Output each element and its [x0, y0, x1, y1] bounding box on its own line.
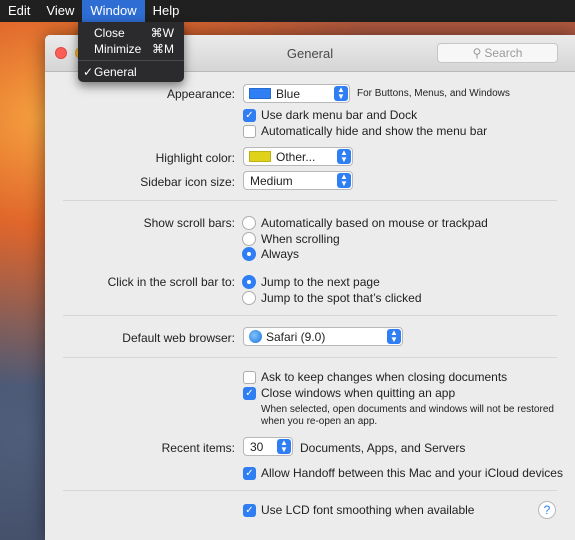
popup-chevron-icon: ▲ ▼: [277, 439, 291, 454]
sidebar-icon-label: Sidebar icon size:: [140, 175, 235, 189]
click-scroll-label: Click in the scroll bar to:: [107, 275, 235, 289]
handoff-checkbox[interactable]: ✓: [243, 467, 256, 480]
popup-chevron-icon: ▲ ▼: [334, 86, 348, 101]
help-button[interactable]: ?: [538, 501, 556, 519]
divider: [63, 490, 557, 491]
highlight-popup[interactable]: Other... ▲ ▼: [243, 147, 353, 166]
scroll-always-label: Always: [261, 247, 300, 261]
menu-item-close[interactable]: Close ⌘W: [78, 25, 184, 42]
highlight-value: Other...: [276, 150, 316, 164]
dark-menu-label: Use dark menu bar and Dock: [261, 108, 418, 122]
close-windows-note-1: When selected, open documents and window…: [261, 404, 554, 415]
scroll-always-radio[interactable]: [242, 247, 256, 261]
menu-separator: [78, 60, 184, 61]
jump-spot-label: Jump to the spot that’s clicked: [261, 291, 422, 305]
sidebar-icon-popup[interactable]: Medium ▲ ▼: [243, 171, 353, 190]
menu-edit[interactable]: Edit: [0, 0, 38, 22]
scroll-auto-label: Automatically based on mouse or trackpad: [261, 216, 488, 230]
menu-view[interactable]: View: [38, 0, 82, 22]
menu-item-close-label: Close: [94, 26, 125, 40]
autohide-menu-checkbox[interactable]: [243, 125, 256, 138]
menu-item-minimize-shortcut: ⌘M: [152, 42, 174, 56]
ask-keep-changes-label: Ask to keep changes when closing documen…: [261, 370, 508, 384]
appearance-note: For Buttons, Menus, and Windows: [357, 88, 510, 99]
recent-items-label: Recent items:: [161, 441, 235, 455]
menu-item-minimize[interactable]: Minimize ⌘M: [78, 41, 184, 58]
scroll-when-scrolling-radio[interactable]: [242, 232, 256, 246]
close-windows-checkbox[interactable]: ✓: [243, 387, 256, 400]
jump-spot-radio[interactable]: [242, 291, 256, 305]
menu-item-close-shortcut: ⌘W: [150, 26, 174, 40]
system-preferences-window: General ⚲ Search Appearance: Blue ▲ ▼ For …: [45, 35, 575, 540]
search-field[interactable]: ⚲ Search: [437, 43, 558, 63]
divider: [63, 200, 557, 201]
recent-items-suffix: Documents, Apps, and Servers: [300, 441, 466, 455]
close-windows-note-2: when you re-open an app.: [261, 416, 378, 427]
divider: [63, 315, 557, 316]
highlight-swatch: [249, 151, 271, 162]
window-menu-dropdown: Close ⌘W Minimize ⌘M ✓ General: [78, 22, 184, 82]
popup-chevron-icon: ▲ ▼: [337, 149, 351, 164]
search-placeholder: Search: [484, 46, 523, 60]
autohide-menu-label: Automatically hide and show the menu bar: [261, 124, 488, 138]
browser-popup[interactable]: Safari (9.0) ▲ ▼: [243, 327, 403, 346]
highlight-label: Highlight color:: [155, 151, 235, 165]
dark-menu-checkbox[interactable]: ✓: [243, 109, 256, 122]
lcd-smoothing-label: Use LCD font smoothing when available: [261, 503, 475, 517]
browser-value: Safari (9.0): [266, 330, 326, 344]
divider: [63, 357, 557, 358]
browser-label: Default web browser:: [122, 331, 235, 345]
ask-keep-changes-checkbox[interactable]: [243, 371, 256, 384]
menu-item-minimize-label: Minimize: [94, 42, 142, 56]
checkmark-icon: ✓: [83, 65, 94, 79]
close-windows-label: Close windows when quitting an app: [261, 386, 456, 400]
sidebar-icon-value: Medium: [250, 174, 293, 188]
popup-chevron-icon: ▲ ▼: [387, 329, 401, 344]
recent-items-value: 30: [250, 440, 264, 454]
popup-chevron-icon: ▲ ▼: [337, 173, 351, 188]
appearance-popup[interactable]: Blue ▲ ▼: [243, 84, 350, 103]
menu-help[interactable]: Help: [145, 0, 188, 22]
lcd-smoothing-checkbox[interactable]: ✓: [243, 504, 256, 517]
appearance-label: Appearance:: [166, 87, 235, 101]
appearance-value: Blue: [276, 87, 301, 101]
menu-item-general-label: General: [94, 65, 137, 79]
scroll-bars-label: Show scroll bars:: [143, 216, 235, 230]
safari-icon: [249, 330, 262, 343]
menu-bar: Edit View Window Help: [0, 0, 575, 22]
scroll-auto-radio[interactable]: [242, 216, 256, 230]
appearance-swatch: [249, 88, 271, 99]
jump-next-page-label: Jump to the next page: [261, 275, 380, 289]
menu-item-general[interactable]: ✓ General: [78, 64, 184, 81]
jump-next-page-radio[interactable]: [242, 275, 256, 289]
handoff-label: Allow Handoff between this Mac and your …: [261, 466, 563, 480]
menu-window[interactable]: Window: [82, 0, 145, 22]
search-icon: ⚲: [472, 46, 482, 60]
scroll-when-scrolling-label: When scrolling: [261, 232, 340, 246]
recent-items-popup[interactable]: 30 ▲ ▼: [243, 437, 293, 456]
